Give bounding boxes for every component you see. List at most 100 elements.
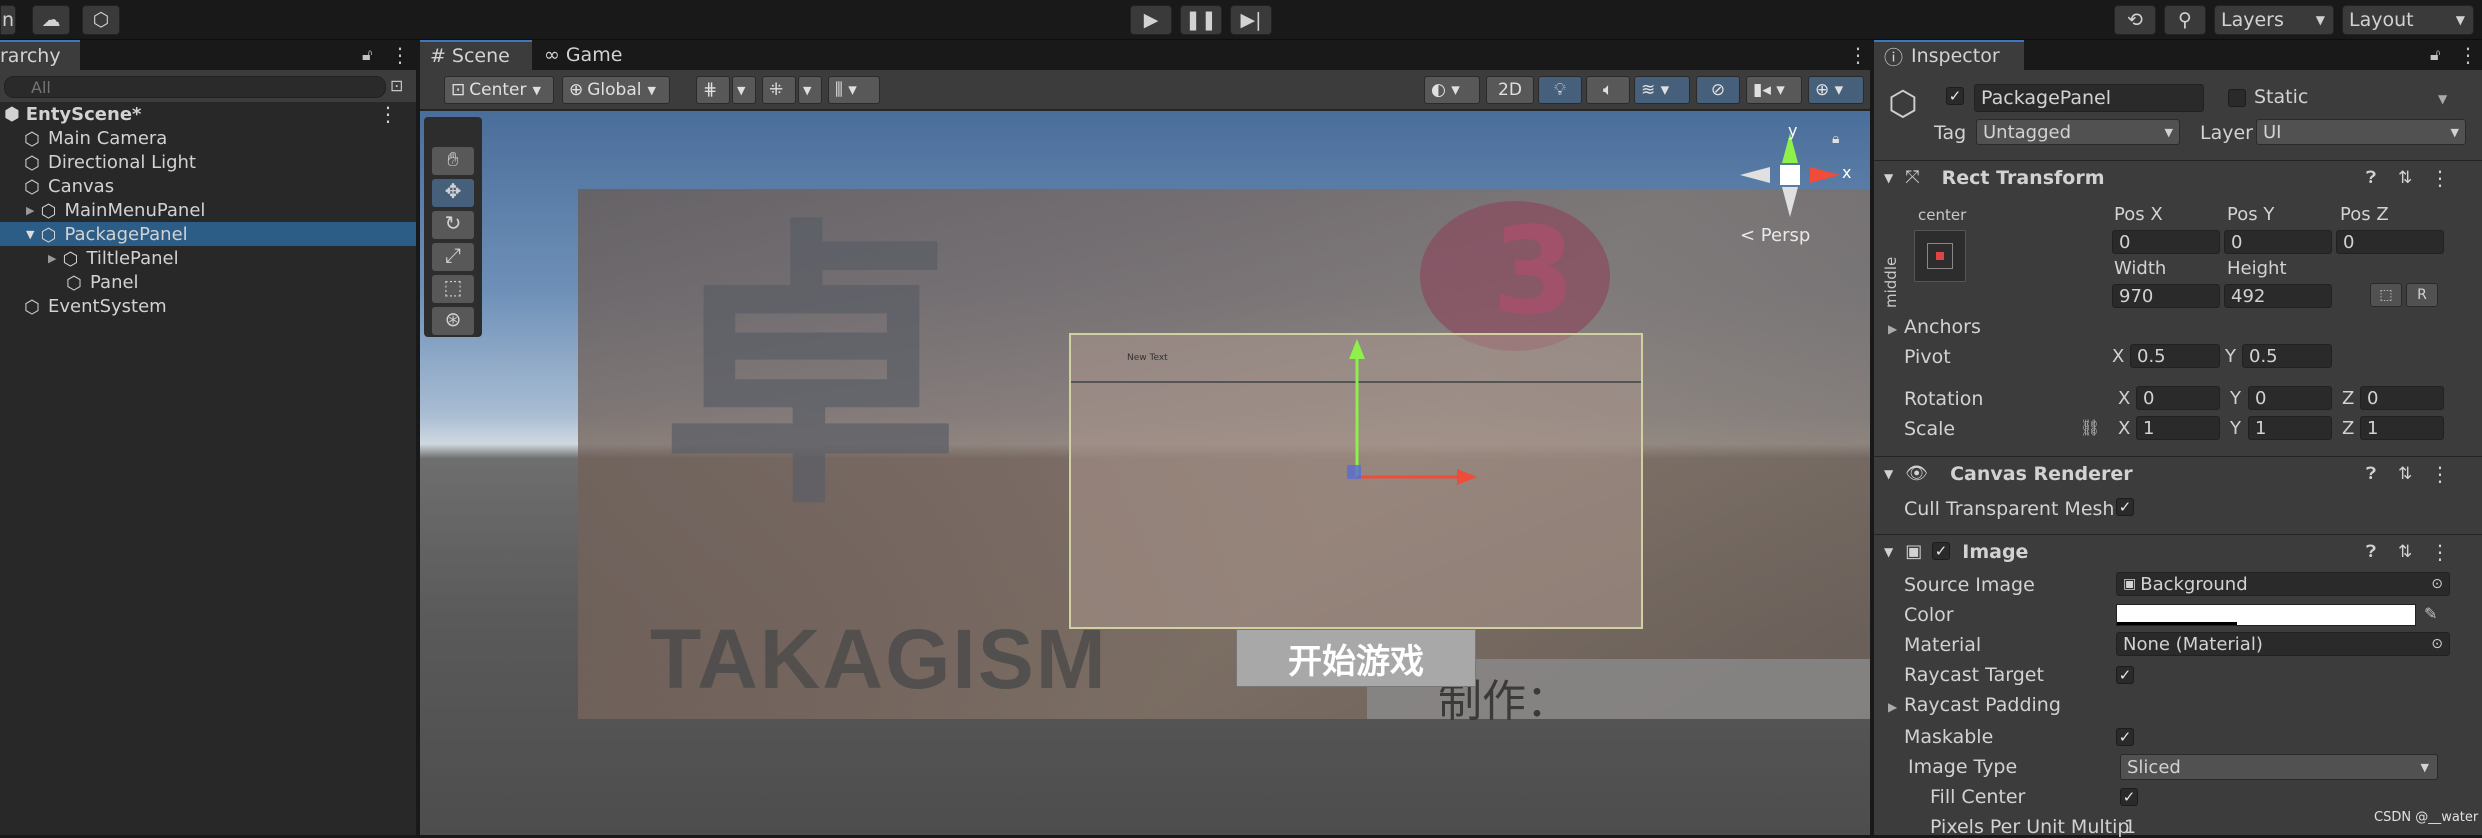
step-button[interactable]: ▶| <box>1230 5 1272 35</box>
hierarchy-search-input[interactable] <box>4 76 386 98</box>
perspective-label[interactable]: < Persp <box>1740 225 1810 246</box>
hierarchy-item-main-camera[interactable]: ⬡ Main Camera <box>0 126 416 151</box>
object-picker-icon[interactable]: ⊙ <box>2431 636 2443 652</box>
history-button[interactable]: ⟲ <box>2114 5 2156 35</box>
rotation-x-field[interactable]: 0 <box>2136 386 2220 410</box>
shading-mode-dropdown[interactable]: ◐ ▾ <box>1424 76 1480 104</box>
expand-arrow-icon[interactable]: ▶ <box>1888 322 1897 336</box>
hierarchy-item-panel[interactable]: ⬡ Panel <box>0 270 416 295</box>
layer-dropdown[interactable]: UI ▼ <box>2256 119 2466 145</box>
tab-scene[interactable]: # Scene <box>420 40 532 70</box>
hierarchy-item-directional-light[interactable]: ⬡ Directional Light <box>0 150 416 175</box>
height-field[interactable]: 492 <box>2224 284 2332 308</box>
scene-viewport[interactable]: 卓 3 TAKAGISM 制作： ✋︎ ✥ ↻ ⤢ ⬚ ⊛ New Text 开… <box>420 111 1870 835</box>
active-checkbox[interactable]: ✓ <box>1946 87 1964 105</box>
scale-z-field[interactable]: 1 <box>2360 416 2444 440</box>
global-dropdown[interactable]: ⊕ Global ▼ <box>562 76 670 104</box>
preset-icon[interactable]: ⇅ <box>2398 168 2412 188</box>
layout-dropdown[interactable]: Layout ▼ <box>2342 5 2474 35</box>
align-button[interactable]: ⫼ ▾ <box>828 76 880 104</box>
canvas-renderer-header[interactable]: ▼ 👁︎ Canvas Renderer ❓︎ ⇅ ⋮ <box>1874 456 2482 490</box>
hierarchy-item-tiltlepanel[interactable]: ▶ ⬡ TiltlePanel <box>0 246 416 271</box>
more-icon[interactable]: ⋮ <box>1848 43 1868 67</box>
hierarchy-item-mainmenupanel[interactable]: ▶ ⬡ MainMenuPanel <box>0 198 416 223</box>
pivot-x-field[interactable]: 0.5 <box>2130 344 2220 368</box>
more-icon[interactable]: ⋮ <box>2430 540 2450 564</box>
constrain-proportions-icon[interactable]: ⛓︎ <box>2080 418 2100 437</box>
lock-icon[interactable]: 🔒︎ <box>1832 131 1839 147</box>
more-icon[interactable]: ⋮ <box>2430 462 2450 486</box>
object-name-field[interactable]: PackagePanel <box>1974 84 2204 112</box>
blueprint-mode-button[interactable]: ⬚ <box>2370 283 2402 307</box>
help-icon[interactable]: ❓︎ <box>2366 542 2376 562</box>
rotation-y-field[interactable]: 0 <box>2248 386 2332 410</box>
move-gizmo[interactable] <box>1071 335 1645 631</box>
visibility-toggle[interactable]: ⊘ <box>1696 76 1740 104</box>
object-picker-icon[interactable]: ⊙ <box>2431 576 2443 592</box>
cull-transparent-mesh-checkbox[interactable]: ✓ <box>2116 498 2134 516</box>
hierarchy-item-packagepanel[interactable]: ▼ ⬡ PackagePanel <box>0 222 416 246</box>
grid-snap-dropdown[interactable]: ▼ <box>732 76 756 104</box>
width-field[interactable]: 970 <box>2112 284 2220 308</box>
start-game-button[interactable]: 开始游戏 <box>1236 629 1476 687</box>
increment-snap-button[interactable]: ⁜ <box>762 76 796 104</box>
tag-dropdown[interactable]: Untagged ▼ <box>1976 119 2180 145</box>
2d-toggle[interactable]: 2D <box>1486 76 1534 104</box>
rect-transform-header[interactable]: ▼ ⤧ Rect Transform ❓︎ ⇅ ⋮ <box>1874 160 2482 194</box>
eyedropper-icon[interactable]: ✎ <box>2424 604 2437 623</box>
image-type-dropdown[interactable]: Sliced ▼ <box>2120 754 2438 780</box>
account-button[interactable]: n <box>0 5 16 35</box>
raycast-target-checkbox[interactable]: ✓ <box>2116 666 2134 684</box>
grid-snap-button[interactable]: ⋕ <box>696 76 730 104</box>
more-icon[interactable]: ⋮ <box>378 102 398 126</box>
more-icon[interactable]: ⋮ <box>2430 166 2450 190</box>
layers-dropdown[interactable]: Layers ▼ <box>2214 5 2334 35</box>
pivot-y-field[interactable]: 0.5 <box>2242 344 2332 368</box>
static-checkbox[interactable] <box>2228 89 2246 107</box>
audio-toggle[interactable]: 🔈︎ <box>1586 76 1630 104</box>
tab-game[interactable]: ∞ Game <box>534 40 634 70</box>
rotation-z-field[interactable]: 0 <box>2360 386 2444 410</box>
preset-icon[interactable]: ⇅ <box>2398 542 2412 562</box>
lock-icon[interactable]: 🔓︎ <box>362 45 372 65</box>
expand-arrow-icon[interactable]: ▶ <box>1888 700 1897 714</box>
scale-tool-button[interactable]: ⤢ <box>432 243 474 271</box>
scene-row[interactable]: ⬢ EntyScene* ⋮ <box>0 102 416 126</box>
more-icon[interactable]: ⋮ <box>2458 43 2478 67</box>
search-options-icon[interactable]: ⊡ <box>390 76 403 95</box>
scale-x-field[interactable]: 1 <box>2136 416 2220 440</box>
pos-z-field[interactable]: 0 <box>2336 230 2444 254</box>
play-button[interactable]: ▶ <box>1130 5 1172 35</box>
pos-y-field[interactable]: 0 <box>2224 230 2332 254</box>
package-panel-rect[interactable]: New Text <box>1069 333 1643 629</box>
tab-hierarchy[interactable]: rarchy <box>0 40 80 70</box>
increment-snap-dropdown[interactable]: ▼ <box>798 76 822 104</box>
anchor-presets-button[interactable] <box>1914 230 1966 282</box>
camera-dropdown[interactable]: ▮◂ ▾ <box>1746 76 1802 104</box>
move-tool-button[interactable]: ✥ <box>432 179 474 207</box>
tab-inspector[interactable]: ⓘ Inspector <box>1874 40 2024 70</box>
pivot-center-dropdown[interactable]: ⊡ Center ▼ <box>444 76 554 104</box>
source-image-field[interactable]: ▣ Background ⊙ <box>2116 572 2450 596</box>
lighting-toggle[interactable]: 💡︎ <box>1538 76 1582 104</box>
scale-y-field[interactable]: 1 <box>2248 416 2332 440</box>
chevron-down-icon[interactable]: ▼ <box>2438 92 2447 106</box>
pos-x-field[interactable]: 0 <box>2112 230 2220 254</box>
hierarchy-item-canvas[interactable]: ⬡ Canvas <box>0 174 416 199</box>
expand-arrow-icon[interactable]: ▶ <box>48 252 56 265</box>
collab-button[interactable]: ⬡ <box>82 5 120 35</box>
expand-arrow-icon[interactable]: ▶ <box>26 204 34 217</box>
more-icon[interactable]: ⋮ <box>390 43 410 67</box>
image-enabled-checkbox[interactable]: ✓ <box>1932 542 1950 560</box>
pause-button[interactable]: ❚❚ <box>1180 5 1222 35</box>
search-button[interactable]: ⚲ <box>2164 5 2206 35</box>
gizmos-dropdown[interactable]: ⊕ ▾ <box>1808 76 1864 104</box>
maskable-checkbox[interactable]: ✓ <box>2116 728 2134 746</box>
color-swatch[interactable] <box>2116 604 2416 626</box>
hand-tool-button[interactable]: ✋︎ <box>432 147 474 175</box>
anchors-label[interactable]: Anchors <box>1904 316 1981 338</box>
lock-icon[interactable]: 🔓︎ <box>2430 45 2440 65</box>
collapse-arrow-icon[interactable]: ▼ <box>26 228 34 241</box>
preset-icon[interactable]: ⇅ <box>2398 464 2412 484</box>
material-field[interactable]: None (Material) ⊙ <box>2116 632 2450 656</box>
